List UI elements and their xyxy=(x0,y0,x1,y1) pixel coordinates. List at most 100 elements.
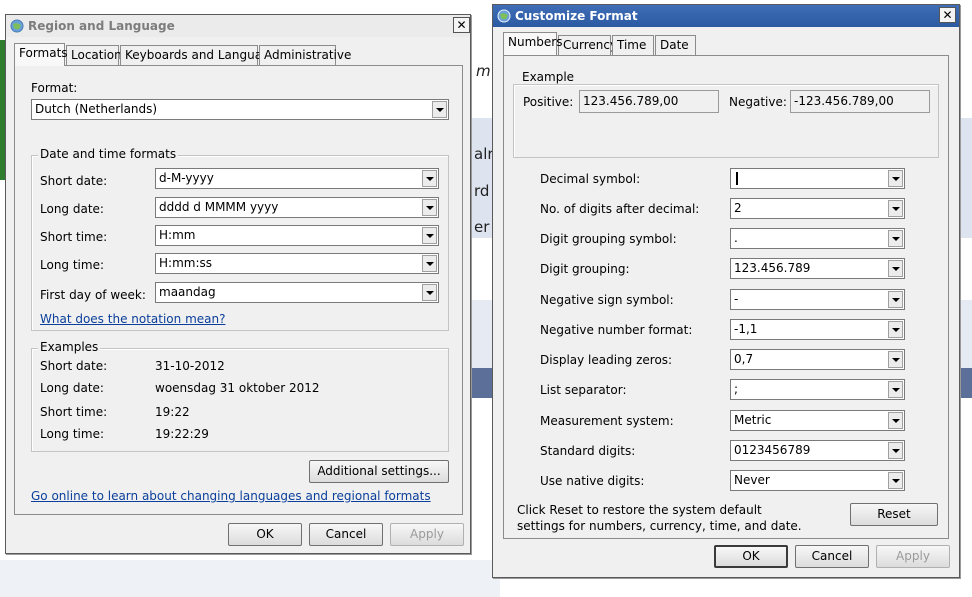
short-date-value: d-M-yyyy xyxy=(159,171,214,185)
tab-formats[interactable]: Formats xyxy=(14,43,68,66)
chevron-down-icon[interactable] xyxy=(422,284,437,301)
list-separator-value: ; xyxy=(734,382,739,396)
region-apply-button[interactable]: Apply xyxy=(390,523,464,546)
standard-digits-label: Standard digits: xyxy=(540,444,636,458)
region-apply-label: Apply xyxy=(410,527,444,541)
leading-zeros-label: Display leading zeros: xyxy=(540,353,673,367)
chevron-down-icon[interactable] xyxy=(888,291,903,308)
negative-sign-symbol-select[interactable]: - xyxy=(730,289,905,310)
long-time-select[interactable]: H:mm:ss xyxy=(155,253,439,274)
tab-administrative[interactable]: Administrative xyxy=(259,45,351,66)
short-time-value: H:mm xyxy=(159,228,196,242)
list-separator-select[interactable]: ; xyxy=(730,379,905,400)
use-native-digits-label: Use native digits: xyxy=(540,474,645,488)
list-separator-label: List separator: xyxy=(540,383,627,397)
digit-grouping-symbol-select[interactable]: . xyxy=(730,228,905,249)
reset-button[interactable]: Reset xyxy=(850,503,938,526)
customize-ok-label: OK xyxy=(742,549,760,563)
chevron-down-icon[interactable] xyxy=(888,442,903,459)
chevron-down-icon[interactable] xyxy=(888,260,903,277)
chevron-down-icon[interactable] xyxy=(888,381,903,398)
background-text-3: rd xyxy=(474,182,490,200)
decimal-symbol-select[interactable] xyxy=(730,168,905,189)
digits-after-decimal-select[interactable]: 2 xyxy=(730,198,905,219)
chevron-down-icon[interactable] xyxy=(432,101,447,118)
background-text-2: alr xyxy=(474,145,494,163)
positive-example-field: 123.456.789,00 xyxy=(579,90,719,113)
chevron-down-icon[interactable] xyxy=(422,170,437,187)
region-language-window: Region and Language ✕ Formats Location K… xyxy=(5,14,471,554)
tab-formats-label: Formats xyxy=(19,46,68,60)
notation-help-link[interactable]: What does the notation mean? xyxy=(40,312,225,326)
leading-zeros-select[interactable]: 0,7 xyxy=(730,349,905,370)
region-cancel-button[interactable]: Cancel xyxy=(309,523,383,546)
example-long-time-label: Long time: xyxy=(40,427,105,441)
region-ok-button[interactable]: OK xyxy=(228,523,302,546)
customize-format-titlebar[interactable]: Customize Format ✕ xyxy=(493,5,959,27)
use-native-digits-select[interactable]: Never xyxy=(730,470,905,491)
reset-info-text: Click Reset to restore the system defaul… xyxy=(517,503,802,533)
standard-digits-select[interactable]: 0123456789 xyxy=(730,440,905,461)
tab-keyboards-languages[interactable]: Keyboards and Languages xyxy=(120,45,283,66)
close-icon: ✕ xyxy=(942,8,953,22)
negative-sign-symbol-value: - xyxy=(734,292,739,306)
negative-number-format-label: Negative number format: xyxy=(540,323,693,337)
date-time-formats-title: Date and time formats xyxy=(38,147,179,161)
long-time-label: Long time: xyxy=(40,258,105,272)
measurement-system-value: Metric xyxy=(734,413,772,427)
tab-currency[interactable]: Currency xyxy=(558,35,617,56)
long-time-value: H:mm:ss xyxy=(159,256,212,270)
negative-example-field: -123.456.789,00 xyxy=(790,90,930,113)
background-app-bottom-band xyxy=(0,560,500,597)
region-cancel-label: Cancel xyxy=(325,527,367,541)
leading-zeros-value: 0,7 xyxy=(734,352,754,366)
globe-icon xyxy=(497,9,511,23)
digit-grouping-value: 123.456.789 xyxy=(734,261,811,275)
digit-grouping-symbol-value: . xyxy=(734,231,738,245)
tab-location[interactable]: Location xyxy=(66,45,122,66)
digit-grouping-select[interactable]: 123.456.789 xyxy=(730,258,905,279)
background-text-4: er xyxy=(474,218,490,236)
example-short-date-value: 31-10-2012 xyxy=(155,359,225,373)
tab-numbers-label: Numbers xyxy=(508,35,563,49)
negative-number-format-value: -1,1 xyxy=(734,322,758,336)
chevron-down-icon[interactable] xyxy=(888,412,903,429)
customize-ok-button[interactable]: OK xyxy=(714,545,788,568)
tab-time[interactable]: Time xyxy=(612,35,654,56)
chevron-down-icon[interactable] xyxy=(888,472,903,489)
example-short-date-label: Short date: xyxy=(40,359,108,373)
first-day-of-week-select[interactable]: maandag xyxy=(155,282,439,303)
customize-cancel-label: Cancel xyxy=(811,549,853,563)
format-select[interactable]: Dutch (Netherlands) xyxy=(31,99,449,120)
text-caret xyxy=(736,172,738,185)
measurement-system-select[interactable]: Metric xyxy=(730,410,905,431)
chevron-down-icon[interactable] xyxy=(888,321,903,338)
negative-number-format-select[interactable]: -1,1 xyxy=(730,319,905,340)
additional-settings-button[interactable]: Additional settings... xyxy=(309,460,449,483)
chevron-down-icon[interactable] xyxy=(888,200,903,217)
region-language-titlebar[interactable]: Region and Language ✕ xyxy=(6,15,470,37)
chevron-down-icon[interactable] xyxy=(422,255,437,272)
long-date-select[interactable]: dddd d MMMM yyyy xyxy=(155,197,439,218)
first-day-of-week-label: First day of week: xyxy=(40,288,146,302)
digits-after-decimal-value: 2 xyxy=(734,201,742,215)
chevron-down-icon[interactable] xyxy=(422,199,437,216)
tab-administrative-label: Administrative xyxy=(264,48,352,62)
tab-numbers[interactable]: Numbers xyxy=(503,32,562,55)
customize-close-button[interactable]: ✕ xyxy=(939,7,956,23)
online-languages-link[interactable]: Go online to learn about changing langua… xyxy=(31,489,431,503)
customize-cancel-button[interactable]: Cancel xyxy=(795,545,869,568)
tab-location-label: Location xyxy=(71,48,122,62)
short-time-select[interactable]: H:mm xyxy=(155,225,439,246)
region-close-button[interactable]: ✕ xyxy=(453,17,470,33)
chevron-down-icon[interactable] xyxy=(888,351,903,368)
short-date-select[interactable]: d-M-yyyy xyxy=(155,168,439,189)
chevron-down-icon[interactable] xyxy=(888,230,903,247)
chevron-down-icon[interactable] xyxy=(422,227,437,244)
tab-currency-label: Currency xyxy=(563,38,618,52)
short-time-label: Short time: xyxy=(40,230,108,244)
tab-date[interactable]: Date xyxy=(655,35,696,56)
positive-example-value: 123.456.789,00 xyxy=(583,94,679,108)
customize-apply-button[interactable]: Apply xyxy=(876,545,950,568)
chevron-down-icon[interactable] xyxy=(888,170,903,187)
